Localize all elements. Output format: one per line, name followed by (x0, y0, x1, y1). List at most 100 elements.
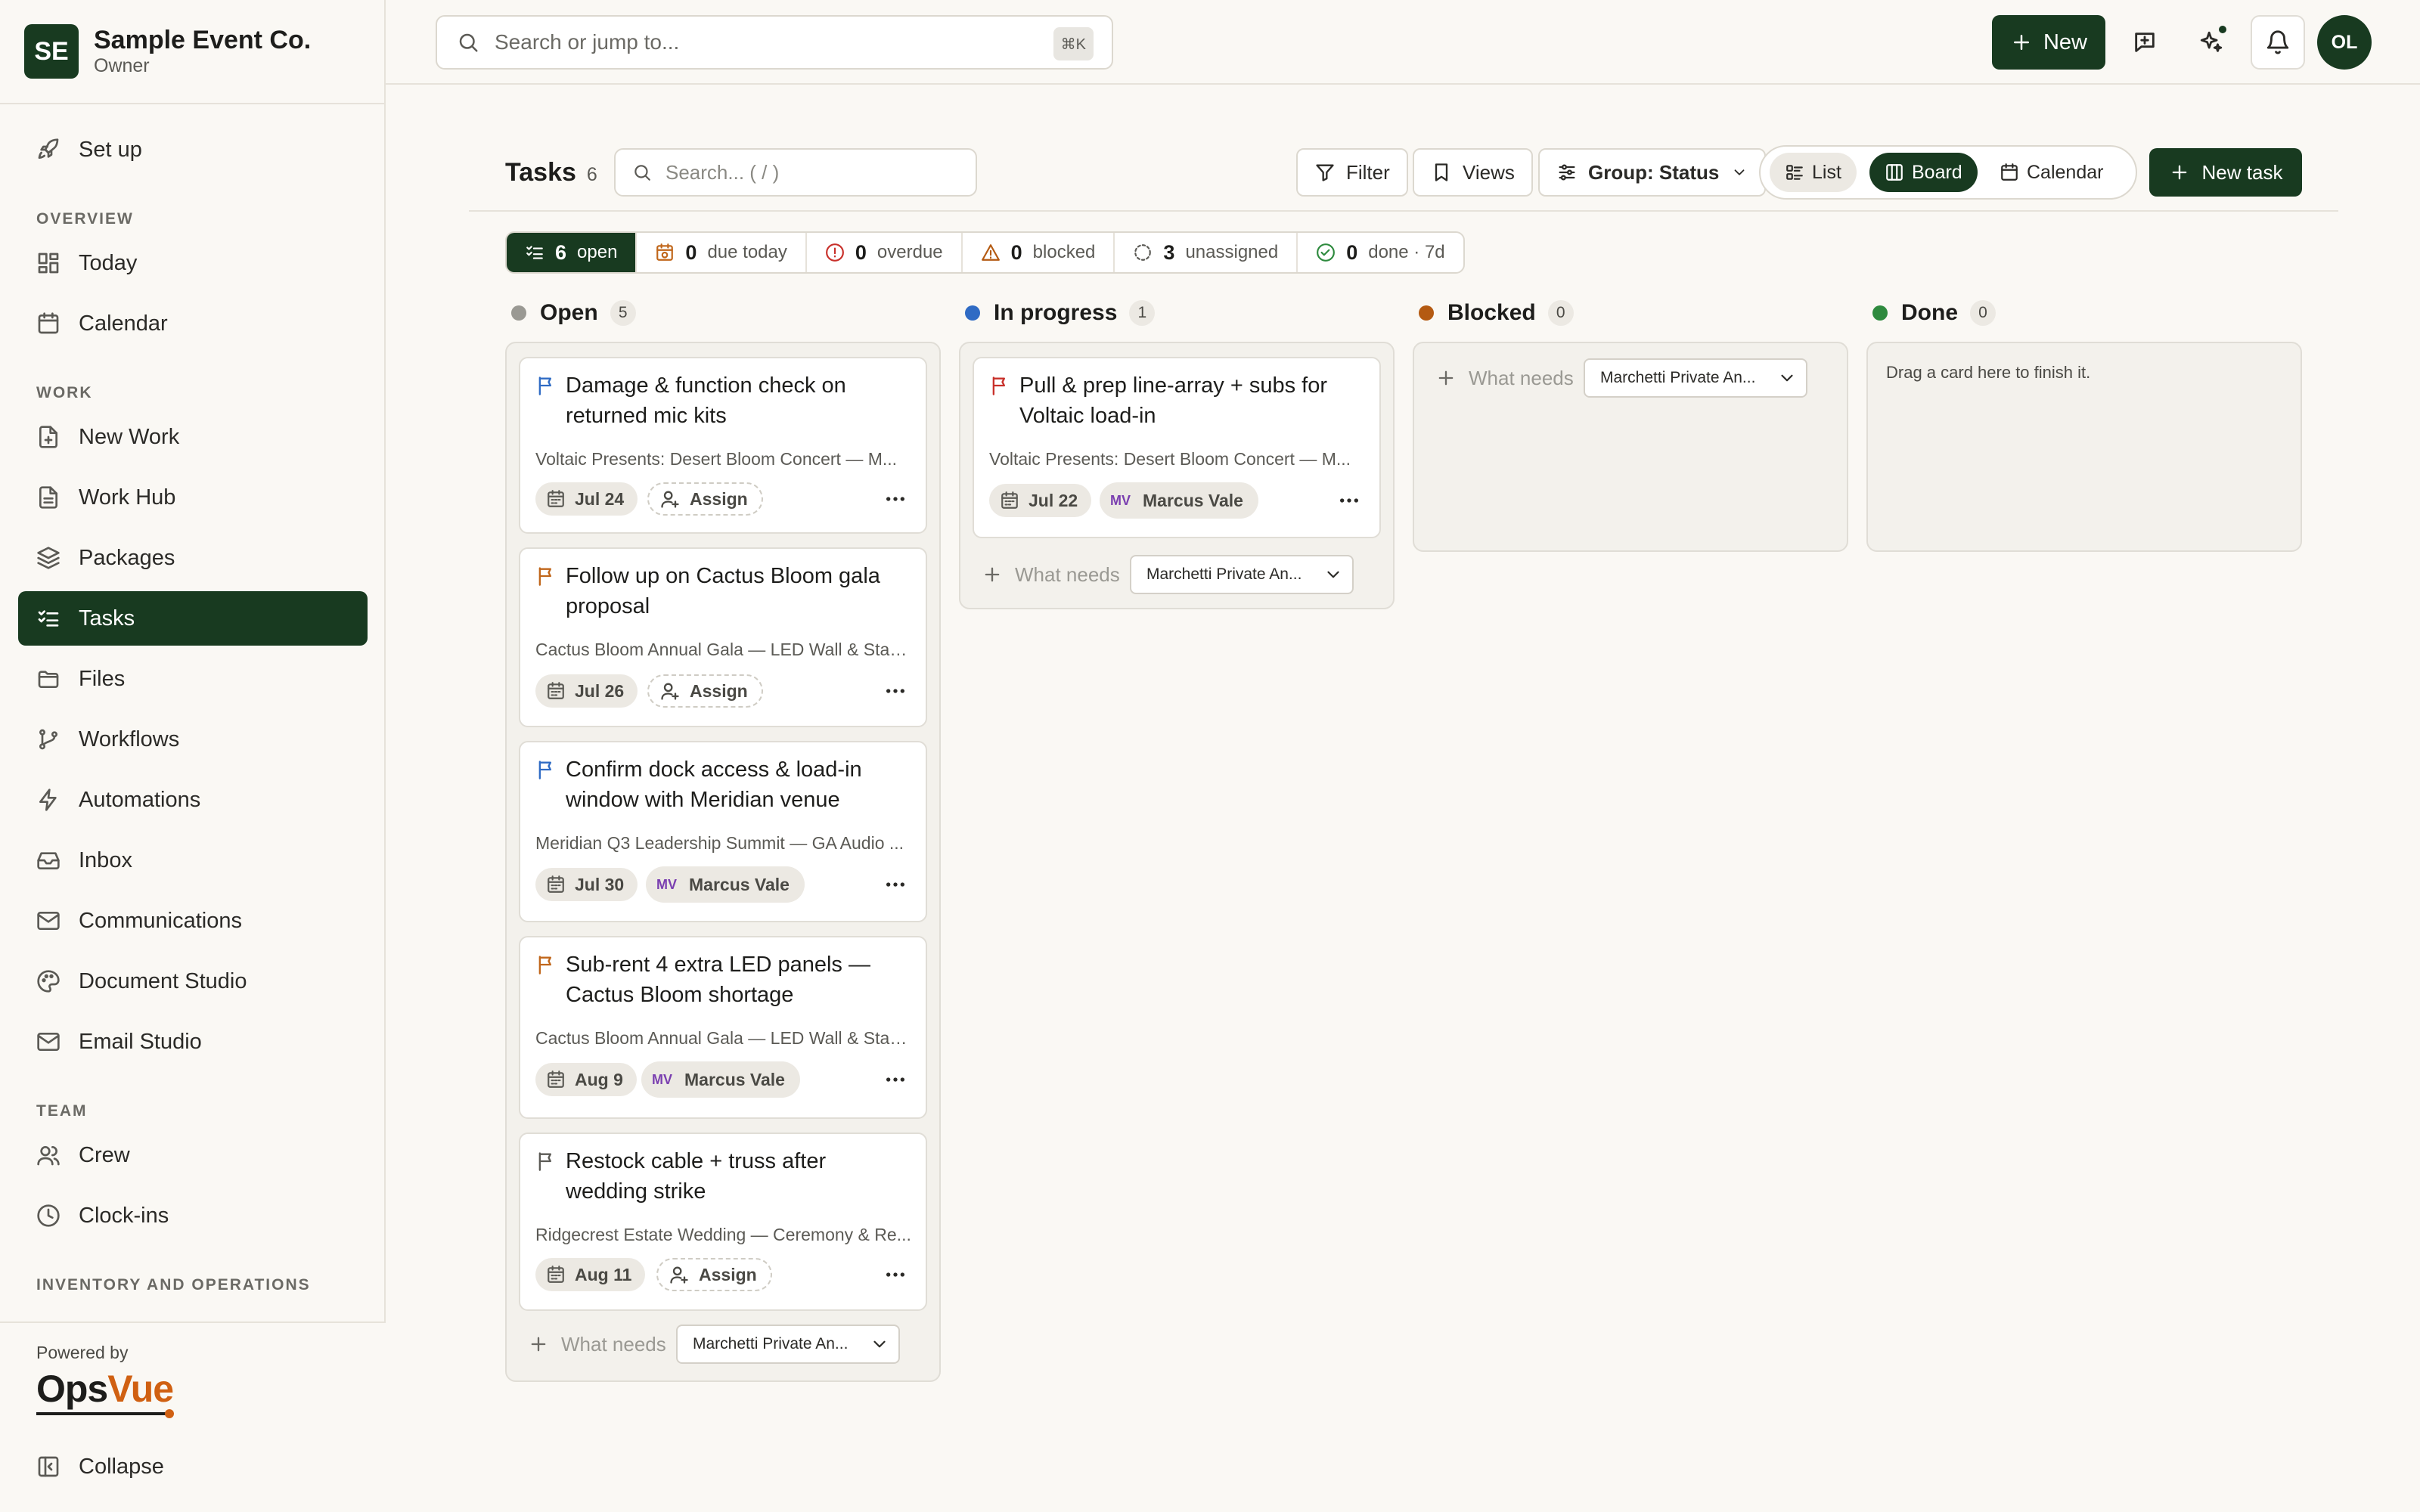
new-button[interactable]: New (1992, 15, 2105, 70)
task-card[interactable]: Restock cable + truss after wedding stri… (519, 1132, 927, 1311)
stat-unassigned[interactable]: 3 unassigned (1115, 233, 1298, 272)
check-circle-icon (1317, 243, 1336, 262)
task-card[interactable]: Damage & function check on returned mic … (519, 357, 927, 534)
more-menu-button[interactable] (882, 871, 909, 898)
tab-calendar-view[interactable]: Calendar (1984, 153, 2118, 192)
task-card[interactable]: Pull & prep line-array + subs for Voltai… (973, 357, 1381, 538)
brand-underline (36, 1412, 169, 1415)
quick-add-input[interactable]: What needs doing? (1015, 563, 1119, 587)
assignee-chip[interactable]: MV Marcus Vale (1100, 482, 1258, 519)
plus-icon (1438, 370, 1454, 386)
ai-assistant-button[interactable] (2184, 15, 2238, 70)
views-button[interactable]: Views (1413, 148, 1533, 197)
more-menu-button[interactable] (882, 1261, 909, 1288)
project-select[interactable]: Marchetti Private An... (676, 1325, 900, 1364)
global-search-input[interactable]: Search or jump to... ⌘K (436, 15, 1113, 70)
sidebar-item-label: Work Hub (79, 485, 176, 510)
due-date: Jul 30 (575, 874, 625, 894)
task-card[interactable]: Confirm dock access & load-in window wit… (519, 741, 927, 922)
quick-add-input[interactable]: What needs doing? (1469, 367, 1573, 390)
new-task-button[interactable]: New task (2149, 148, 2302, 197)
topbar: Search or jump to... ⌘K (386, 0, 2420, 85)
sidebar-item-communications[interactable]: Communications (18, 894, 368, 948)
column-title: Done (1901, 300, 1958, 325)
due-date-chip[interactable]: Jul 30 (535, 868, 638, 901)
task-title: Follow up on Cactus Bloom gala proposal (566, 564, 880, 618)
sidebar-item-email-studio[interactable]: Email Studio (18, 1015, 368, 1069)
task-search-input[interactable]: Search... ( / ) (614, 148, 977, 197)
stat-due-today[interactable]: 0 due today (637, 233, 807, 272)
sidebar-item-tasks[interactable]: Tasks (18, 591, 368, 646)
sidebar-item-work-hub[interactable]: Work Hub (18, 470, 368, 525)
stat-overdue[interactable]: 0 overdue (807, 233, 963, 272)
more-menu-button[interactable] (1336, 487, 1363, 514)
due-date-chip[interactable]: Jul 26 (535, 674, 638, 708)
assignee-initials: MV (1110, 492, 1131, 508)
due-date-chip[interactable]: Aug 11 (535, 1258, 646, 1291)
assign-button[interactable]: Assign (656, 1258, 772, 1291)
stat-open[interactable]: 6 open (507, 233, 638, 272)
status-dot (1419, 305, 1434, 321)
brand-logo: OpsVue (36, 1367, 174, 1411)
sidebar-item-inbox[interactable]: Inbox (18, 833, 368, 888)
sidebar-item-calendar[interactable]: Calendar (18, 296, 368, 351)
tab-label: Board (1912, 161, 1962, 183)
task-project: Ridgecrest Estate Wedding — Ceremony & R… (535, 1225, 911, 1244)
tab-list-view[interactable]: List (1770, 153, 1857, 192)
plus-icon (531, 1337, 546, 1352)
more-menu-button[interactable] (882, 1066, 909, 1093)
quick-add-row: What needs doing? Marchetti Private An..… (982, 555, 1354, 594)
due-date-chip[interactable]: Jul 24 (535, 482, 638, 516)
sidebar-item-clock-ins[interactable]: Clock-ins (18, 1188, 368, 1243)
filter-button[interactable]: Filter (1296, 148, 1408, 197)
stat-blocked[interactable]: 0 blocked (963, 233, 1115, 272)
sidebar-item-workflows[interactable]: Workflows (18, 712, 368, 767)
project-select[interactable]: Marchetti Private An... (1130, 555, 1354, 594)
org-logo: SE (24, 24, 79, 79)
page-title: Tasks (505, 157, 576, 187)
collapse-button[interactable]: Collapse (18, 1439, 368, 1494)
sidebar-item-automations[interactable]: Automations (18, 773, 368, 827)
checklist-icon (38, 610, 59, 627)
more-menu-button[interactable] (882, 677, 909, 705)
assign-button[interactable]: Assign (647, 482, 763, 516)
calendar-icon (38, 312, 59, 334)
lightning-icon (39, 789, 57, 811)
stat-label: done · 7d (1368, 242, 1445, 262)
sidebar-item-setup[interactable]: Set up (18, 122, 368, 177)
assignee-chip[interactable]: MV Marcus Vale (641, 1061, 800, 1098)
tab-board-view[interactable]: Board (1869, 153, 1978, 192)
due-date-chip[interactable]: Aug 9 (535, 1063, 637, 1096)
board-icon (1886, 164, 1903, 181)
sidebar-item-files[interactable]: Files (18, 652, 368, 706)
more-horizontal-icon (886, 1077, 904, 1082)
user-avatar[interactable]: OL (2317, 15, 2372, 70)
task-card[interactable]: Follow up on Cactus Bloom gala proposal … (519, 547, 927, 727)
sidebar-item-packages[interactable]: Packages (18, 531, 368, 585)
group-by-dropdown[interactable]: Group: Status (1538, 148, 1767, 197)
assignee-name: Marcus Vale (1143, 490, 1243, 510)
due-date-chip[interactable]: Jul 22 (989, 484, 1092, 517)
task-project: Voltaic Presents: Desert Bloom Concert —… (535, 449, 898, 469)
section-label-overview: OVERVIEW (36, 210, 134, 228)
project-select[interactable]: Marchetti Private An... (1584, 358, 1807, 398)
sidebar-item-crew[interactable]: Crew (18, 1128, 368, 1182)
sidebar-item-document-studio[interactable]: Document Studio (18, 954, 368, 1009)
stat-done[interactable]: 0 done · 7d (1298, 233, 1463, 272)
quick-add-input[interactable]: What needs doing? (561, 1333, 666, 1356)
sidebar-item-today[interactable]: Today (18, 236, 368, 290)
layers-icon (37, 547, 60, 569)
stat-label: unassigned (1185, 242, 1279, 262)
feedback-button[interactable] (2118, 15, 2172, 70)
sidebar-item-new-work[interactable]: New Work (18, 410, 368, 464)
search-placeholder: Search... ( / ) (666, 160, 780, 184)
assignee-chip[interactable]: MV Marcus Vale (646, 866, 805, 903)
stat-value: 6 (555, 240, 567, 264)
status-dot (1872, 305, 1888, 321)
notifications-button[interactable] (2251, 15, 2305, 70)
more-menu-button[interactable] (882, 485, 909, 513)
calendar-clock-icon (656, 243, 674, 261)
org-switcher[interactable]: SE Sample Event Co. Owner (24, 24, 311, 79)
assign-button[interactable]: Assign (647, 674, 763, 708)
task-card[interactable]: Sub-rent 4 extra LED panels — Cactus Blo… (519, 936, 927, 1119)
